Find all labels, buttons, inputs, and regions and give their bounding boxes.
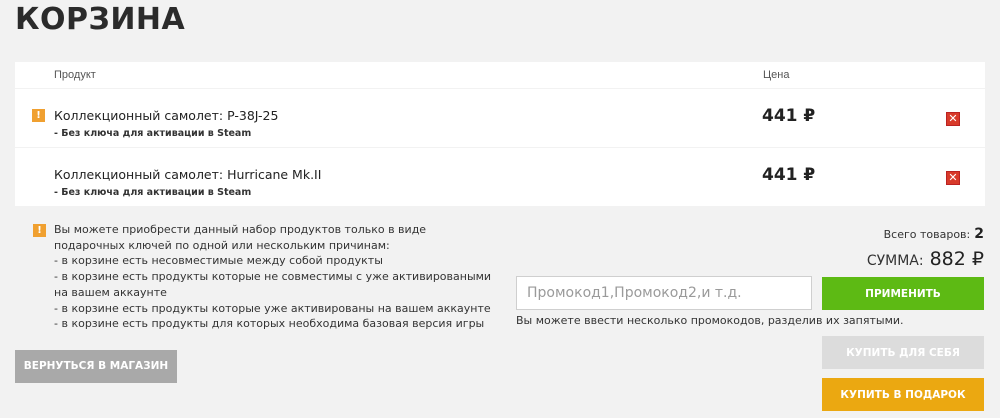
column-header-product: Продукт bbox=[54, 69, 96, 81]
notice-line: - в корзине есть несовместимые между соб… bbox=[54, 254, 383, 268]
notice-line: - в корзине есть продукты которые не сов… bbox=[54, 270, 492, 284]
apply-promo-button[interactable]: ПРИМЕНИТЬ bbox=[822, 277, 984, 310]
product-price: 441 ₽ bbox=[762, 106, 816, 126]
product-note: - Без ключа для активации в Steam bbox=[54, 128, 252, 139]
total-items: Всего товаров: 2 bbox=[884, 226, 984, 242]
promo-code-input[interactable] bbox=[516, 276, 812, 310]
sum-value: 882 ₽ bbox=[929, 248, 984, 270]
remove-item-icon[interactable]: ✕ bbox=[946, 112, 960, 126]
product-name: Коллекционный самолет: P-38J-25 bbox=[54, 108, 279, 123]
back-to-store-button[interactable]: ВЕРНУТЬСЯ В МАГАЗИН bbox=[15, 350, 177, 383]
page-title: КОРЗИНА bbox=[15, 2, 186, 37]
notice-line: Вы можете приобрести данный набор продук… bbox=[54, 223, 427, 236]
total-items-count: 2 bbox=[974, 226, 984, 242]
product-name: Коллекционный самолет: Hurricane Mk.II bbox=[54, 167, 322, 182]
notice-warning-icon: ! bbox=[33, 224, 46, 237]
notice-line: - в корзине есть продукты которые уже ак… bbox=[54, 301, 491, 315]
gift-only-notice: Вы можете приобрести данный набор продук… bbox=[54, 222, 504, 332]
buy-as-gift-button[interactable]: КУПИТЬ В ПОДАРОК bbox=[822, 378, 984, 411]
cart-row: ! Коллекционный самолет: P-38J-25 - Без … bbox=[15, 89, 985, 147]
buy-for-self-button[interactable]: КУПИТЬ ДЛЯ СЕБЯ bbox=[822, 336, 984, 369]
notice-line: - в корзине есть продукты для которых не… bbox=[54, 317, 485, 331]
notice-line: подарочных ключей по одной или нескольки… bbox=[54, 238, 390, 252]
warning-icon: ! bbox=[32, 109, 45, 122]
product-price: 441 ₽ bbox=[762, 165, 816, 185]
promo-hint: Вы можете ввести несколько промокодов, р… bbox=[516, 314, 904, 327]
total-items-label: Всего товаров: bbox=[883, 228, 971, 241]
sum-label: СУММА: bbox=[866, 253, 924, 269]
cart-table-header: Продукт Цена bbox=[15, 62, 985, 88]
remove-item-icon[interactable]: ✕ bbox=[946, 171, 960, 185]
product-note: - Без ключа для активации в Steam bbox=[54, 187, 252, 198]
cart-row: Коллекционный самолет: Hurricane Mk.II -… bbox=[15, 148, 985, 206]
notice-line: на вашем аккаунте bbox=[54, 285, 167, 299]
column-header-price: Цена bbox=[763, 69, 790, 81]
cart-sum: СУММА: 882 ₽ bbox=[867, 248, 984, 270]
